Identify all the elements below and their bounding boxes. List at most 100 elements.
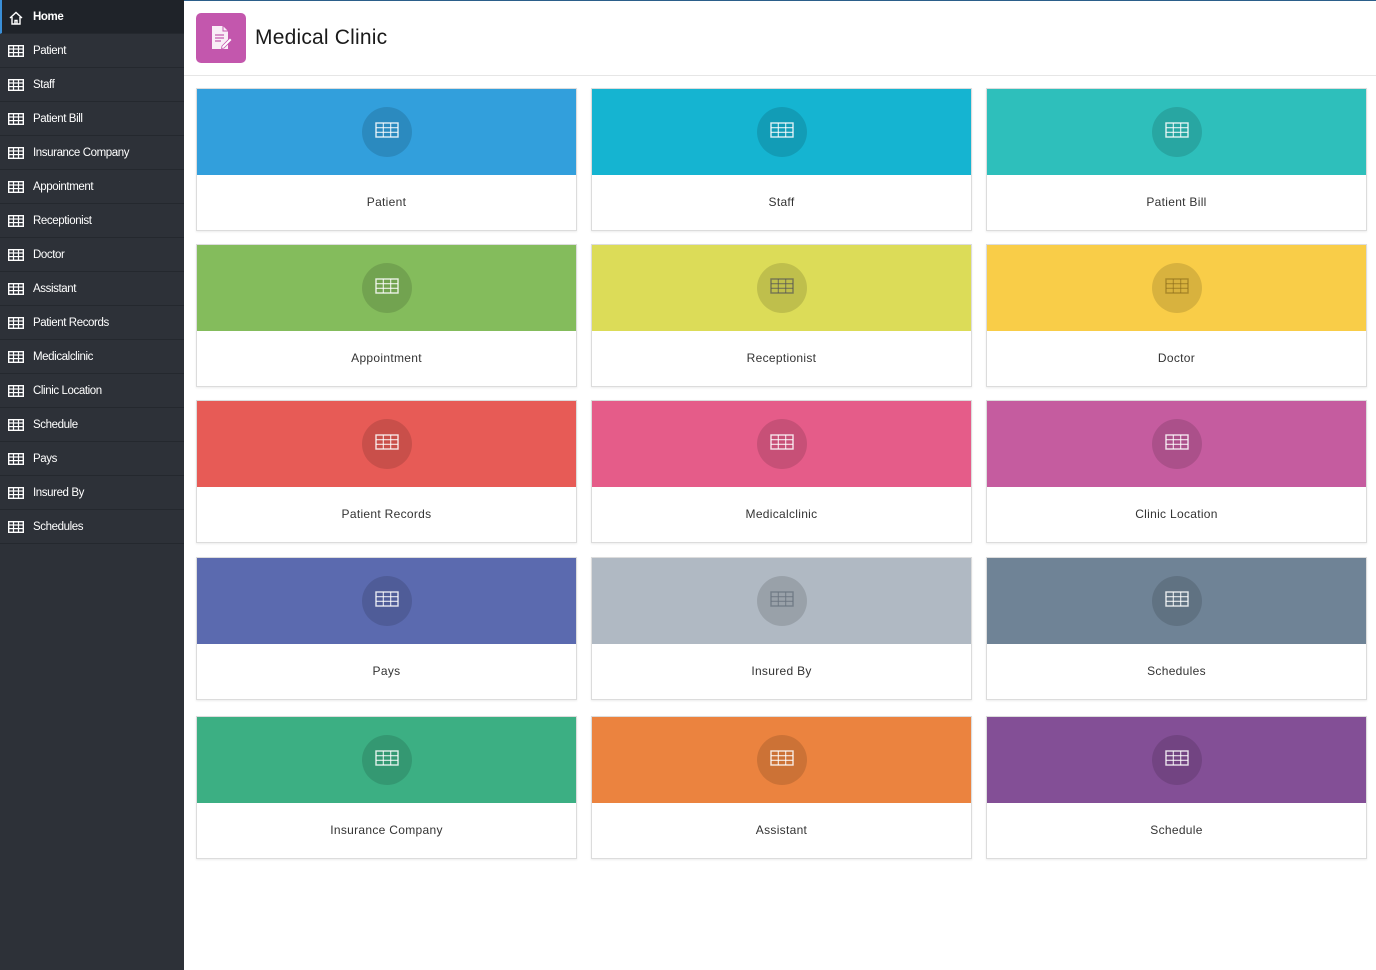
sidebar-item-doctor[interactable]: Doctor xyxy=(0,238,184,272)
card-clinic-location[interactable]: Clinic Location xyxy=(986,400,1367,543)
sidebar-item-patient-records[interactable]: Patient Records xyxy=(0,306,184,340)
card-icon-circle xyxy=(756,107,807,157)
table-icon xyxy=(1164,121,1189,143)
card-label: Pays xyxy=(372,664,401,678)
card-header xyxy=(592,401,971,487)
table-icon xyxy=(8,146,24,159)
card-icon-circle xyxy=(361,263,412,313)
table-icon xyxy=(1164,590,1189,612)
card-receptionist[interactable]: Receptionist xyxy=(591,244,972,387)
card-medicalclinic[interactable]: Medicalclinic xyxy=(591,400,972,543)
card-schedules[interactable]: Schedules xyxy=(986,557,1367,700)
card-schedule[interactable]: Schedule xyxy=(986,716,1367,859)
table-icon xyxy=(1164,277,1189,299)
card-assistant[interactable]: Assistant xyxy=(591,716,972,859)
card-icon-circle xyxy=(361,576,412,626)
sidebar: Home Patient Staff Patient Bill Insuranc… xyxy=(0,0,184,970)
sidebar-item-insurance-company[interactable]: Insurance Company xyxy=(0,136,184,170)
table-icon xyxy=(8,384,24,397)
card-icon-circle xyxy=(1151,263,1202,313)
card-header xyxy=(592,89,971,175)
sidebar-item-pays[interactable]: Pays xyxy=(0,442,184,476)
card-insured-by[interactable]: Insured By xyxy=(591,557,972,700)
table-icon xyxy=(8,248,24,261)
sidebar-item-schedule[interactable]: Schedule xyxy=(0,408,184,442)
table-icon xyxy=(374,277,399,299)
card-header xyxy=(197,401,576,487)
sidebar-item-patient[interactable]: Patient xyxy=(0,34,184,68)
page-header: Medical Clinic xyxy=(184,1,1376,76)
card-label: Assistant xyxy=(755,823,808,837)
table-icon xyxy=(374,121,399,143)
card-header xyxy=(197,245,576,331)
card-icon-circle xyxy=(756,419,807,469)
card-insurance-company[interactable]: Insurance Company xyxy=(196,716,577,859)
table-icon xyxy=(1164,749,1189,771)
card-header xyxy=(987,89,1366,175)
card-label: Doctor xyxy=(1157,351,1196,365)
table-icon xyxy=(8,452,24,465)
sidebar-item-label: Assistant xyxy=(33,282,77,295)
table-icon xyxy=(8,418,24,431)
table-icon xyxy=(8,214,24,227)
card-label: Insurance Company xyxy=(330,823,443,837)
sidebar-item-label: Schedules xyxy=(33,520,84,533)
sidebar-item-label: Staff xyxy=(33,78,55,91)
sidebar-item-patient-bill[interactable]: Patient Bill xyxy=(0,102,184,136)
sidebar-item-label: Patient Records xyxy=(33,316,109,329)
table-icon xyxy=(8,350,24,363)
card-staff[interactable]: Staff xyxy=(591,88,972,231)
sidebar-item-medicalclinic[interactable]: Medicalclinic xyxy=(0,340,184,374)
sidebar-item-clinic-location[interactable]: Clinic Location xyxy=(0,374,184,408)
sidebar-item-label: Receptionist xyxy=(33,214,92,227)
sidebar-item-label: Patient Bill xyxy=(33,112,83,125)
sidebar-item-schedules[interactable]: Schedules xyxy=(0,510,184,544)
table-icon xyxy=(769,749,794,771)
page-title: Medical Clinic xyxy=(255,26,388,49)
sidebar-item-staff[interactable]: Staff xyxy=(0,68,184,102)
document-edit-icon xyxy=(196,13,246,63)
card-icon-circle xyxy=(756,735,807,785)
table-icon xyxy=(1164,433,1189,455)
card-appointment[interactable]: Appointment xyxy=(196,244,577,387)
sidebar-item-label: Doctor xyxy=(33,248,65,261)
card-label: Schedule xyxy=(1150,823,1203,837)
card-icon-circle xyxy=(1151,107,1202,157)
card-label: Insured By xyxy=(751,664,812,678)
card-patient-bill[interactable]: Patient Bill xyxy=(986,88,1367,231)
card-header xyxy=(987,717,1366,803)
card-label: Receptionist xyxy=(746,351,817,365)
table-icon xyxy=(374,590,399,612)
card-icon-circle xyxy=(361,107,412,157)
card-patient-records[interactable]: Patient Records xyxy=(196,400,577,543)
sidebar-item-insured-by[interactable]: Insured By xyxy=(0,476,184,510)
card-icon-circle xyxy=(1151,735,1202,785)
sidebar-item-home[interactable]: Home xyxy=(0,0,184,34)
card-label: Patient xyxy=(366,195,407,209)
card-label: Clinic Location xyxy=(1135,507,1218,521)
sidebar-item-receptionist[interactable]: Receptionist xyxy=(0,204,184,238)
sidebar-item-label: Pays xyxy=(33,452,57,465)
card-header xyxy=(197,717,576,803)
table-icon xyxy=(8,282,24,295)
card-label: Staff xyxy=(768,195,795,209)
card-icon-circle xyxy=(1151,419,1202,469)
card-icon-circle xyxy=(361,735,412,785)
sidebar-item-label: Home xyxy=(33,10,64,23)
card-patient[interactable]: Patient xyxy=(196,88,577,231)
card-pays[interactable]: Pays xyxy=(196,557,577,700)
sidebar-item-label: Appointment xyxy=(33,180,94,193)
table-icon xyxy=(769,121,794,143)
table-icon xyxy=(8,486,24,499)
sidebar-item-label: Insured By xyxy=(33,486,84,499)
sidebar-item-label: Medicalclinic xyxy=(33,350,93,363)
card-label: Medicalclinic xyxy=(745,507,818,521)
sidebar-item-appointment[interactable]: Appointment xyxy=(0,170,184,204)
sidebar-item-assistant[interactable]: Assistant xyxy=(0,272,184,306)
card-label: Schedules xyxy=(1147,664,1206,678)
table-icon xyxy=(8,78,24,91)
table-icon xyxy=(8,180,24,193)
home-icon xyxy=(8,11,24,25)
card-doctor[interactable]: Doctor xyxy=(986,244,1367,387)
card-header xyxy=(987,401,1366,487)
